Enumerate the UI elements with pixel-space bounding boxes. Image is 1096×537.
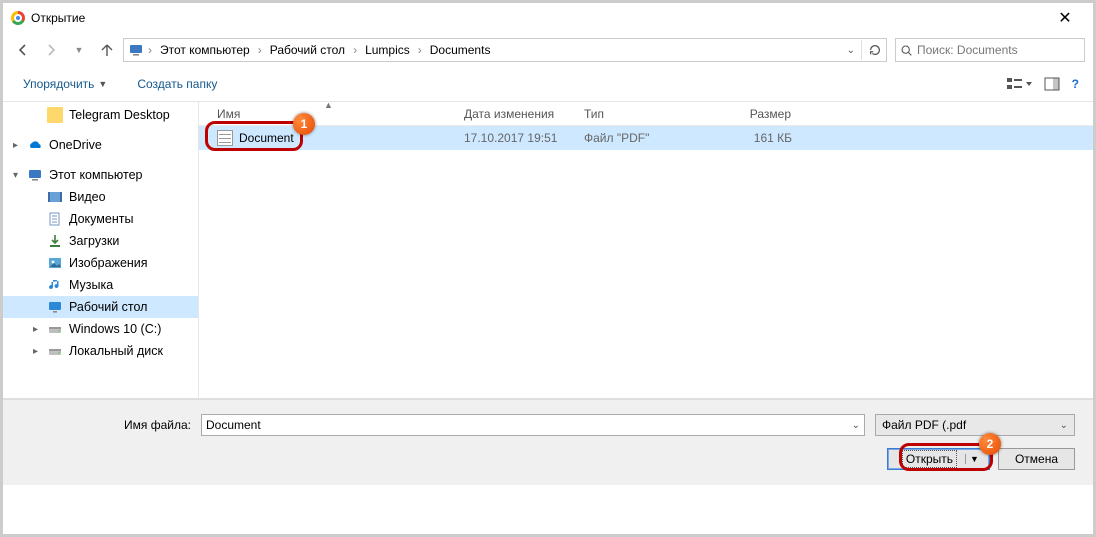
- file-row[interactable]: Document 17.10.2017 19:51 Файл "PDF" 161…: [199, 126, 1093, 150]
- sidebar-item[interactable]: ▸ OneDrive: [3, 134, 198, 156]
- sidebar-item[interactable]: Видео: [3, 186, 198, 208]
- new-folder-button[interactable]: Создать папку: [131, 73, 223, 95]
- title-bar: Открытие ✕: [3, 3, 1093, 33]
- close-icon[interactable]: ✕: [1045, 8, 1085, 28]
- column-headers[interactable]: ▲ Имя Дата изменения Тип Размер: [199, 102, 1093, 126]
- drive-icon: [47, 321, 63, 337]
- sidebar-item-label: Видео: [69, 190, 106, 204]
- file-type: Файл "PDF": [574, 131, 714, 145]
- sidebar-item-label: Telegram Desktop: [69, 108, 170, 122]
- address-bar[interactable]: › Этот компьютер › Рабочий стол › Lumpic…: [123, 38, 887, 62]
- breadcrumb-item[interactable]: Documents: [426, 43, 495, 57]
- breadcrumb-item[interactable]: Lumpics: [361, 43, 414, 57]
- file-date: 17.10.2017 19:51: [454, 131, 574, 145]
- chevron-right-icon[interactable]: ›: [351, 43, 359, 57]
- sidebar-item[interactable]: Музыка: [3, 274, 198, 296]
- breadcrumb-item[interactable]: Рабочий стол: [266, 43, 349, 57]
- pc-icon: [27, 167, 43, 183]
- downloads-icon: [47, 233, 63, 249]
- search-icon: [900, 44, 913, 57]
- chevron-right-icon[interactable]: ›: [256, 43, 264, 57]
- recent-dropdown[interactable]: ▼: [67, 38, 91, 62]
- sidebar-item[interactable]: ▸ Локальный диск: [3, 340, 198, 362]
- sidebar-item-label: Windows 10 (C:): [69, 322, 161, 336]
- desktop-icon: [47, 299, 63, 315]
- toolbar: Упорядочить▼ Создать папку ?: [3, 67, 1093, 101]
- forward-button[interactable]: [39, 38, 63, 62]
- bottom-bar: Имя файла: Document ⌄ Файл PDF (.pdf ⌄ О…: [3, 399, 1093, 485]
- organize-menu[interactable]: Упорядочить▼: [17, 73, 113, 95]
- caret-down-icon[interactable]: ▾: [13, 170, 18, 181]
- caret-right-icon[interactable]: ▸: [33, 346, 38, 357]
- sidebar-item[interactable]: Изображения: [3, 252, 198, 274]
- sidebar-item-label: Рабочий стол: [69, 300, 147, 314]
- back-button[interactable]: [11, 38, 35, 62]
- documents-icon: [47, 211, 63, 227]
- file-pane: ▲ Имя Дата изменения Тип Размер Document…: [198, 102, 1093, 398]
- chevron-right-icon[interactable]: ›: [416, 43, 424, 57]
- music-icon: [47, 277, 63, 293]
- cancel-button[interactable]: Отмена: [998, 448, 1075, 470]
- sidebar-item-label: Этот компьютер: [49, 168, 142, 182]
- onedrive-icon: [27, 137, 43, 153]
- sidebar-item-label: Музыка: [69, 278, 113, 292]
- sidebar-item-label: Загрузки: [69, 234, 119, 248]
- chevron-down-icon[interactable]: ⌄: [852, 420, 860, 431]
- chevron-down-icon[interactable]: ⌄: [1060, 420, 1068, 431]
- breadcrumb-item[interactable]: Этот компьютер: [156, 43, 254, 57]
- drive-icon: [47, 343, 63, 359]
- chevron-down-icon: ▼: [98, 79, 107, 89]
- refresh-icon[interactable]: [868, 43, 882, 57]
- pc-icon: [128, 42, 144, 58]
- chrome-icon: [11, 11, 25, 25]
- open-split-chevron-icon[interactable]: ▼: [965, 454, 979, 464]
- help-icon[interactable]: ?: [1072, 77, 1079, 91]
- open-button[interactable]: Открыть ▼: [887, 448, 990, 470]
- column-size[interactable]: Размер: [714, 107, 824, 121]
- file-icon: [217, 130, 233, 146]
- window-title: Открытие: [31, 11, 85, 25]
- nav-row: ▼ › Этот компьютер › Рабочий стол › Lump…: [3, 33, 1093, 67]
- search-placeholder: Поиск: Documents: [917, 43, 1018, 57]
- filename-label: Имя файла:: [21, 418, 191, 432]
- caret-right-icon[interactable]: ▸: [33, 324, 38, 335]
- video-icon: [47, 189, 63, 205]
- preview-pane-icon[interactable]: [1044, 76, 1060, 92]
- column-date[interactable]: Дата изменения: [454, 107, 574, 121]
- caret-right-icon[interactable]: ▸: [13, 140, 18, 151]
- sidebar-item-label: OneDrive: [49, 138, 102, 152]
- folder-icon: [47, 107, 63, 123]
- sidebar-item[interactable]: ▸ Windows 10 (C:): [3, 318, 198, 340]
- view-options-icon[interactable]: [1006, 76, 1032, 92]
- content-area: Telegram Desktop ▸ OneDrive ▾ Этот компьютер…: [3, 101, 1093, 398]
- sidebar-item-label: Локальный диск: [69, 344, 163, 358]
- file-type-filter[interactable]: Файл PDF (.pdf ⌄: [875, 414, 1075, 436]
- file-size: 161 КБ: [714, 131, 824, 145]
- chevron-right-icon[interactable]: ›: [146, 43, 154, 57]
- chevron-down-icon[interactable]: ⌄: [847, 45, 855, 56]
- sidebar-item[interactable]: ▾ Этот компьютер: [3, 164, 198, 186]
- sidebar-item-label: Документы: [69, 212, 133, 226]
- column-type[interactable]: Тип: [574, 107, 714, 121]
- sidebar-item[interactable]: Загрузки: [3, 230, 198, 252]
- sidebar-item-label: Изображения: [69, 256, 148, 270]
- sidebar-item[interactable]: Telegram Desktop: [3, 104, 198, 126]
- filename-input[interactable]: Document ⌄: [201, 414, 865, 436]
- column-name[interactable]: Имя: [199, 107, 454, 121]
- sidebar-item[interactable]: Рабочий стол: [3, 296, 198, 318]
- images-icon: [47, 255, 63, 271]
- sidebar-item[interactable]: Документы: [3, 208, 198, 230]
- file-name: Document: [239, 131, 294, 145]
- search-input[interactable]: Поиск: Documents: [895, 38, 1085, 62]
- up-button[interactable]: [95, 38, 119, 62]
- sidebar-tree[interactable]: Telegram Desktop ▸ OneDrive ▾ Этот компьютер…: [3, 102, 198, 398]
